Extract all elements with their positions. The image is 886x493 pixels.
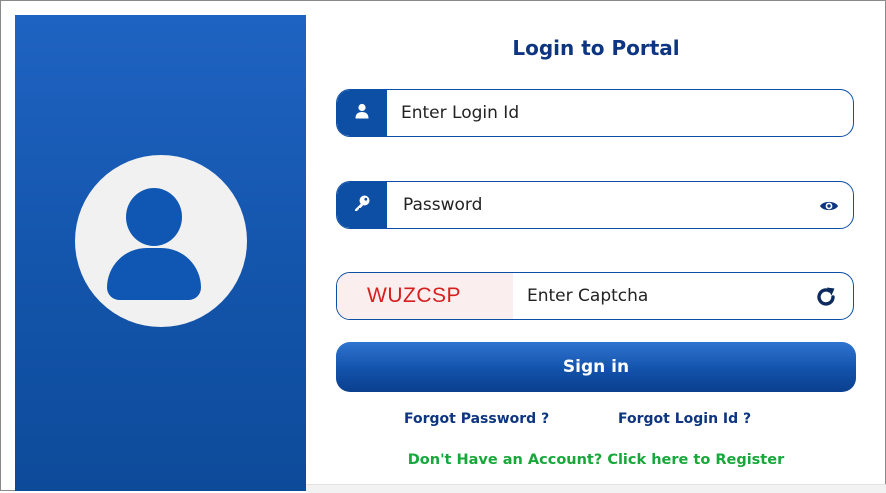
login-id-field[interactable] (336, 89, 854, 137)
login-id-input[interactable] (401, 90, 841, 136)
key-icon (353, 194, 371, 216)
login-id-icon-box (337, 90, 387, 136)
brand-panel (15, 15, 306, 491)
refresh-icon[interactable] (813, 284, 839, 310)
forgot-login-id-link[interactable]: Forgot Login Id ? (618, 411, 751, 427)
password-field[interactable] (336, 181, 854, 229)
page-title: Login to Portal (512, 36, 680, 60)
captcha-field[interactable]: WUZCSP (336, 272, 854, 320)
avatar (75, 155, 247, 327)
captcha-code: WUZCSP (367, 284, 461, 307)
sign-in-button[interactable]: Sign in (336, 342, 856, 392)
eye-icon[interactable] (819, 196, 839, 216)
forgot-password-link[interactable]: Forgot Password ? (404, 411, 549, 427)
register-link[interactable]: Don't Have an Account? Click here to Reg… (336, 452, 856, 468)
captcha-input[interactable] (527, 273, 787, 319)
password-icon-box (337, 182, 387, 228)
bottom-divider (306, 484, 886, 493)
login-card: Login to Portal Enter Login Id WUZCSP En… (0, 0, 886, 493)
user-avatar-icon (126, 188, 182, 246)
user-icon (354, 103, 370, 123)
user-avatar-body (107, 248, 201, 300)
captcha-image: WUZCSP (337, 273, 513, 319)
password-input[interactable] (403, 182, 803, 228)
